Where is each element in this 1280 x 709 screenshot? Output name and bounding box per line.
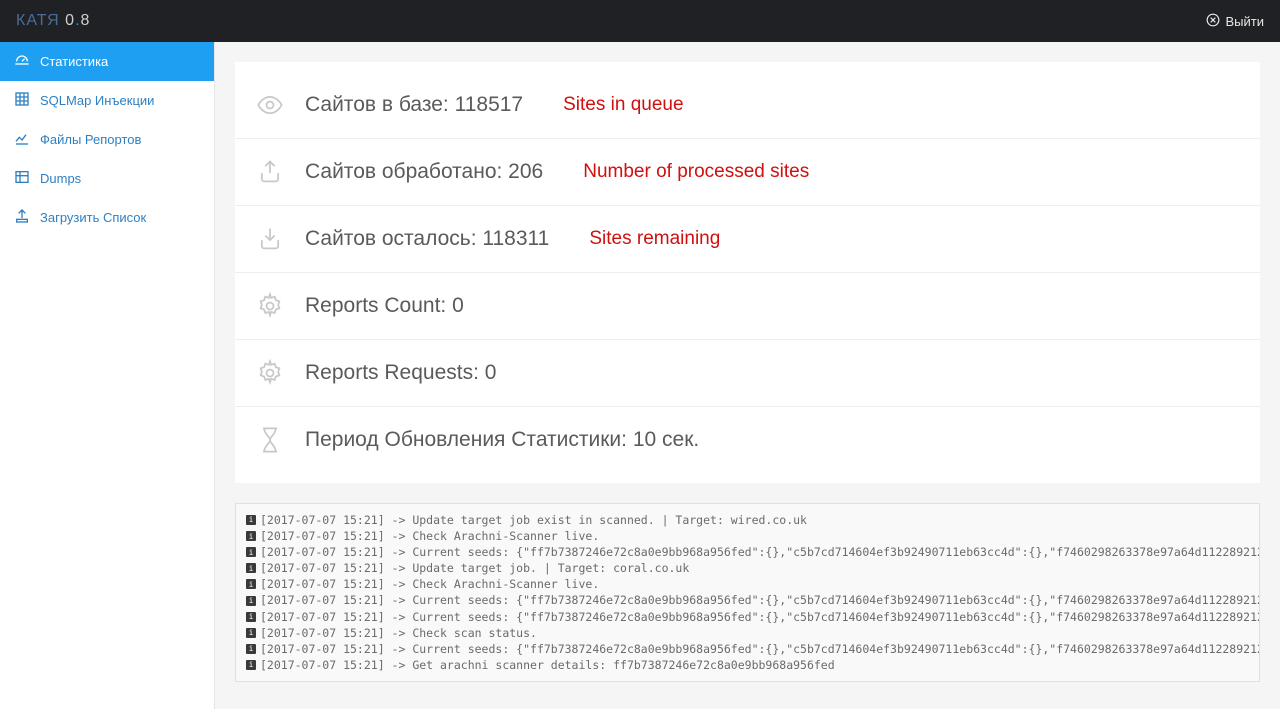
- sidebar-item-upload[interactable]: Загрузить Список: [0, 198, 214, 237]
- info-badge-icon: i: [246, 563, 256, 573]
- log-text: [2017-07-07 15:21] -> Check scan status.: [260, 625, 537, 641]
- close-icon: [1206, 13, 1220, 30]
- sidebar-item-dumps[interactable]: Dumps: [0, 159, 214, 198]
- stat-text: Reports Requests: 0: [305, 361, 496, 385]
- log-line: i[2017-07-07 15:21] -> Current seeds: {"…: [246, 641, 1249, 657]
- info-badge-icon: i: [246, 596, 256, 606]
- sidebar-item-label: Загрузить Список: [40, 210, 146, 225]
- stat-row-reports-requests: Reports Requests: 0: [235, 340, 1260, 407]
- gear-icon: [255, 358, 285, 388]
- log-text: [2017-07-07 15:21] -> Update target job …: [260, 512, 807, 528]
- stat-text: Сайтов осталось: 118311: [305, 227, 549, 251]
- sidebar-item-label: Файлы Репортов: [40, 132, 141, 147]
- log-line: i[2017-07-07 15:21] -> Current seeds: {"…: [246, 592, 1249, 608]
- grid-icon: [14, 91, 30, 110]
- stat-row-sites-remaining: Сайтов осталось: 118311 Sites remaining: [235, 206, 1260, 273]
- stat-text: Сайтов обработано: 206: [305, 160, 543, 184]
- main-content: Сайтов в базе: 118517 Sites in queue Сай…: [215, 42, 1280, 709]
- brand: КАТЯ 0.8: [16, 12, 90, 30]
- log-line: i [2017-07-07 15:21] -> Check Arachni-Sca…: [246, 528, 1249, 544]
- sidebar: Статистика SQLMap Инъекции Файлы Репорто…: [0, 42, 215, 709]
- log-text: [2017-07-07 15:21] -> Check Arachni-Scan…: [260, 528, 599, 544]
- info-badge-icon: i: [246, 531, 256, 541]
- table-icon: [14, 169, 30, 188]
- stat-row-sites-in-base: Сайтов в базе: 118517 Sites in queue: [235, 72, 1260, 139]
- info-badge-icon: i: [246, 628, 256, 638]
- chart-icon: [14, 130, 30, 149]
- log-line: i [2017-07-07 15:21] -> Update target job…: [246, 560, 1249, 576]
- hourglass-icon: [255, 425, 285, 455]
- upload-icon: [14, 208, 30, 227]
- sidebar-item-reports[interactable]: Файлы Репортов: [0, 120, 214, 159]
- log-text: [2017-07-07 15:21] -> Update target job.…: [260, 560, 689, 576]
- stat-row-update-period: Период Обновления Статистики: 10 сек.: [235, 407, 1260, 473]
- info-badge-icon: i: [246, 660, 256, 670]
- info-badge-icon: i: [246, 547, 256, 557]
- brand-version-minor: 8: [81, 12, 91, 29]
- log-line: i[2017-07-07 15:21] -> Current seeds: {"…: [246, 544, 1249, 560]
- annotation: Sites remaining: [589, 228, 720, 250]
- log-line: i [2017-07-07 15:21] -> Update target job…: [246, 512, 1249, 528]
- annotation: Sites in queue: [563, 94, 683, 116]
- gear-icon: [255, 291, 285, 321]
- info-badge-icon: i: [246, 644, 256, 654]
- log-text: [2017-07-07 15:21] -> Current seeds: {"f…: [260, 592, 1260, 608]
- annotation: Number of processed sites: [583, 161, 809, 183]
- info-badge-icon: i: [246, 515, 256, 525]
- download-icon: [255, 224, 285, 254]
- logout-button[interactable]: Выйти: [1206, 13, 1265, 30]
- log-text: [2017-07-07 15:21] -> Get arachni scanne…: [260, 657, 835, 673]
- log-line: i [2017-07-07 15:21] -> Get arachni scann…: [246, 657, 1249, 673]
- upload-icon: [255, 157, 285, 187]
- log-text: [2017-07-07 15:21] -> Current seeds: {"f…: [260, 641, 1260, 657]
- logout-label: Выйти: [1226, 14, 1265, 29]
- stat-row-sites-processed: Сайтов обработано: 206 Number of process…: [235, 139, 1260, 206]
- stat-row-reports-count: Reports Count: 0: [235, 273, 1260, 340]
- eye-icon: [255, 90, 285, 120]
- sidebar-item-label: SQLMap Инъекции: [40, 93, 154, 108]
- stat-text: Период Обновления Статистики: 10 сек.: [305, 428, 699, 452]
- brand-version-major: 0: [65, 12, 75, 29]
- log-text: [2017-07-07 15:21] -> Current seeds: {"f…: [260, 544, 1260, 560]
- topbar: КАТЯ 0.8 Выйти: [0, 0, 1280, 42]
- log-line: i[2017-07-07 15:21] -> Current seeds: {"…: [246, 609, 1249, 625]
- info-badge-icon: i: [246, 579, 256, 589]
- sidebar-item-sqlmap[interactable]: SQLMap Инъекции: [0, 81, 214, 120]
- stats-card: Сайтов в базе: 118517 Sites in queue Сай…: [235, 62, 1260, 483]
- stat-text: Reports Count: 0: [305, 294, 464, 318]
- log-text: [2017-07-07 15:21] -> Check Arachni-Scan…: [260, 576, 599, 592]
- sidebar-item-statistics[interactable]: Статистика: [0, 42, 214, 81]
- info-badge-icon: i: [246, 612, 256, 622]
- log-text: [2017-07-07 15:21] -> Current seeds: {"f…: [260, 609, 1260, 625]
- speedometer-icon: [14, 52, 30, 71]
- sidebar-item-label: Статистика: [40, 54, 108, 69]
- log-panel[interactable]: i [2017-07-07 15:21] -> Update target job…: [235, 503, 1260, 682]
- brand-name: КАТЯ: [16, 12, 60, 29]
- log-line: i [2017-07-07 15:21] -> Check scan status…: [246, 625, 1249, 641]
- sidebar-item-label: Dumps: [40, 171, 81, 186]
- stat-text: Сайтов в базе: 118517: [305, 93, 523, 117]
- log-line: i [2017-07-07 15:21] -> Check Arachni-Sca…: [246, 576, 1249, 592]
